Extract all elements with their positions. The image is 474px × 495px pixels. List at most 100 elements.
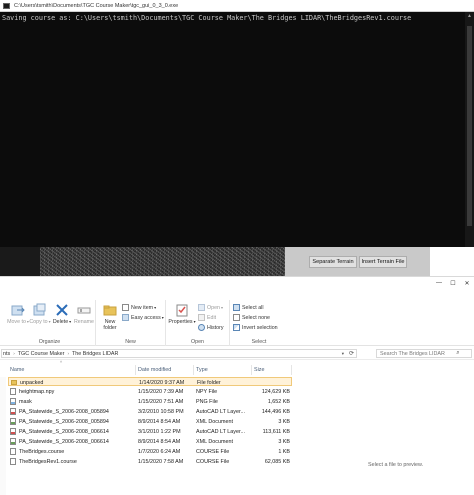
new-item-button[interactable]: New item ▾: [122, 303, 156, 312]
file-name-cell: heightmap.npy: [10, 387, 134, 396]
invert-selection-button[interactable]: Invert selection: [233, 323, 278, 332]
file-name-cell: TheBridgesRev1.course: [10, 457, 134, 466]
file-type: XML Document: [196, 438, 233, 445]
properties-label: Properties: [168, 319, 193, 325]
file-name: PA_Statewide_S_2006-2008_005894: [19, 418, 109, 425]
file-size: [255, 378, 291, 387]
xml-file-icon: [10, 418, 16, 425]
column-header-type[interactable]: Type: [194, 365, 252, 375]
document-icon: [10, 448, 16, 455]
search-input[interactable]: Search The Bridges LIDAR ⌕: [376, 349, 472, 358]
file-date: 1/14/2020 9:37 AM: [139, 379, 185, 386]
table-row[interactable]: PA_Statewide_S_2006-2008_006614 8/9/2014…: [8, 437, 292, 446]
heightmap-preview-canvas: [40, 247, 285, 276]
history-label: History: [207, 324, 224, 331]
scroll-up-arrow-icon[interactable]: ▲: [465, 12, 474, 21]
select-none-icon: [233, 314, 240, 321]
table-row[interactable]: TheBridges.course 1/7/2020 6:24 AM COURS…: [8, 447, 292, 456]
select-none-button[interactable]: Select none: [233, 313, 270, 322]
ribbon-group-select: Select all Select none Invert selection …: [230, 300, 288, 346]
file-name: TheBridgesRev1.course: [19, 458, 77, 465]
gui-dark-panel: [0, 247, 40, 276]
edit-label: Edit: [207, 314, 217, 321]
file-date: 1/15/2020 7:58 AM: [138, 458, 184, 465]
breadcrumb-the-bridges-lidar[interactable]: The Bridges LIDAR: [72, 351, 118, 357]
rename-label: Rename: [73, 319, 95, 325]
properties-button[interactable]: Properties▾: [168, 303, 196, 325]
file-size: 3 KB: [278, 438, 290, 445]
file-size: 144,496 KB: [261, 408, 290, 415]
table-row[interactable]: PA_Statewide_S_2006-2008_006614 3/1/2010…: [8, 427, 292, 436]
file-type: XML Document: [196, 418, 233, 425]
table-row[interactable]: mask 1/15/2020 7:51 AM PNG File 1,652 KB: [8, 397, 292, 406]
table-row[interactable]: TheBridgesRev1.course 1/15/2020 7:58 AM …: [8, 457, 292, 466]
select-group-label: Select: [251, 339, 267, 345]
organize-group-label: Organize: [38, 339, 61, 345]
file-date: 1/7/2020 6:24 AM: [138, 448, 181, 455]
new-folder-label-line2: folder: [103, 325, 117, 331]
file-name: PA_Statewide_S_2006-2008_005894: [19, 408, 109, 415]
file-type: COURSE File: [196, 458, 230, 465]
xml-file-icon: [10, 438, 16, 445]
breadcrumb-tgc-course-maker[interactable]: TGC Course Maker: [18, 351, 65, 357]
history-button[interactable]: History: [198, 323, 223, 332]
table-row[interactable]: PA_Statewide_S_2006-2008_005894 8/9/2014…: [8, 417, 292, 426]
delete-button[interactable]: Delete▾: [50, 303, 74, 325]
console-scrollbar[interactable]: ▲: [465, 12, 474, 276]
file-type: AutoCAD LT Layer...: [196, 428, 245, 435]
insert-terrain-file-button[interactable]: Insert Terrain File: [359, 256, 407, 268]
column-header-date-modified[interactable]: Date modified: [136, 365, 194, 375]
console-app-icon: [3, 2, 10, 9]
new-folder-button[interactable]: New folder: [98, 303, 122, 331]
move-to-button[interactable]: Move to▾: [6, 303, 30, 325]
console-scroll-thumb[interactable]: [467, 26, 472, 226]
close-button[interactable]: ✕: [460, 277, 474, 289]
breadcrumb-prefix[interactable]: nts: [3, 351, 10, 357]
file-name-cell: TheBridges.course: [10, 447, 134, 456]
table-row[interactable]: PA_Statewide_S_2006-2008_005894 3/2/2010…: [8, 407, 292, 416]
rename-button[interactable]: Rename: [72, 303, 96, 325]
copy-to-label: Copy to: [29, 319, 48, 325]
address-dropdown-chevron-icon[interactable]: ▾: [342, 351, 344, 357]
column-header-name[interactable]: Name: [8, 365, 136, 375]
new-item-label: New item: [131, 304, 154, 311]
table-row[interactable]: unpacked 1/14/2020 9:37 AM File folder: [8, 377, 292, 386]
search-placeholder: Search The Bridges LIDAR: [380, 350, 445, 357]
minimize-button[interactable]: —: [432, 277, 446, 289]
document-icon: [10, 458, 16, 465]
document-icon: [10, 388, 16, 395]
easy-access-button[interactable]: Easy access ▾: [122, 313, 164, 322]
file-name: PA_Statewide_S_2006-2008_006614: [19, 438, 109, 445]
file-name-cell: PA_Statewide_S_2006-2008_005894: [10, 407, 134, 416]
ribbon-tab-bar: [0, 289, 474, 300]
maximize-button[interactable]: ☐: [446, 277, 460, 289]
column-header-size[interactable]: Size: [252, 365, 292, 375]
ribbon-home: Move to▾ Copy to▾ Delete▾ Rename Organiz…: [0, 300, 474, 346]
breadcrumb[interactable]: nts › TGC Course Maker › The Bridges LID…: [1, 349, 357, 358]
delete-x-icon: [56, 304, 68, 316]
select-all-button[interactable]: Select all: [233, 303, 264, 312]
table-row[interactable]: heightmap.npy 1/15/2020 7:39 AM NPY File…: [8, 387, 292, 396]
autocad-file-icon: [10, 408, 16, 415]
edit-button[interactable]: Edit: [198, 313, 216, 322]
file-name-cell: PA_Statewide_S_2006-2008_005894: [10, 417, 134, 426]
breadcrumb-chevron-icon: ›: [67, 351, 69, 356]
file-size: 1,652 KB: [267, 398, 290, 405]
file-type: PNG File: [196, 398, 218, 405]
file-name: heightmap.npy: [19, 388, 55, 395]
open-button[interactable]: Open ▾: [198, 303, 223, 312]
edit-pencil-icon: [198, 314, 205, 321]
search-icon[interactable]: ⌕: [445, 350, 471, 357]
window-controls: — ☐ ✕: [432, 277, 474, 289]
gui-button-panel: Separate Terrain Insert Terrain File: [285, 247, 430, 276]
console-titlebar[interactable]: C:\Users\tsmith\Documents\TGC Course Mak…: [0, 0, 474, 12]
file-date: 1/15/2020 7:39 AM: [138, 388, 184, 395]
copy-to-button[interactable]: Copy to▾: [28, 303, 52, 325]
tgc-gui-window: Separate Terrain Insert Terrain File: [0, 247, 474, 276]
refresh-icon[interactable]: ⟳: [349, 350, 354, 357]
file-type: File folder: [197, 379, 221, 386]
open-group-label: Open: [191, 339, 204, 345]
move-to-label: Move to: [7, 319, 26, 325]
separate-terrain-button[interactable]: Separate Terrain: [309, 256, 357, 268]
new-folder-icon: [103, 305, 117, 316]
